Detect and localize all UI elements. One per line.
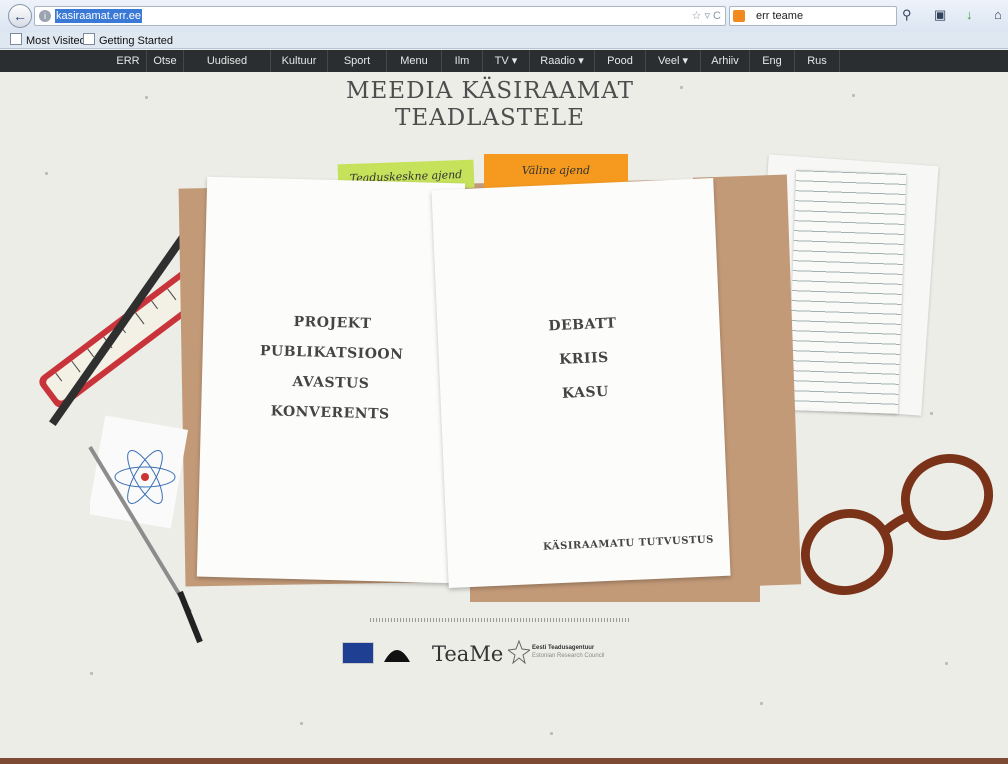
eu-flag-logo — [342, 642, 376, 670]
intro-link[interactable]: KÄSIRAAMATU TUTVUSTUS — [543, 534, 714, 552]
dropdown-icon[interactable]: ▿ — [704, 10, 710, 22]
search-engine-icon[interactable] — [733, 10, 745, 22]
bookmarks-bar: Most Visited Getting Started — [0, 32, 1008, 49]
background-dot — [930, 412, 933, 415]
right-sheet: DEBATT KRIIS KASU KÄSIRAAMATU TUTVUSTUS — [431, 178, 731, 588]
etag-name: Eesti Teadusagentuur — [532, 645, 595, 651]
nav-item-kultuur[interactable]: Kultuur — [271, 50, 328, 72]
search-icon[interactable]: ⚲ — [902, 7, 912, 23]
nav-item-raadio[interactable]: Raadio ▾ — [530, 50, 595, 72]
bookmark-most-visited[interactable]: Most Visited — [10, 33, 86, 47]
reload-icon[interactable]: C — [713, 10, 721, 22]
etag-name-en: Estonian Research Council — [532, 653, 605, 659]
nav-item-rus[interactable]: Rus — [795, 50, 840, 72]
page-content: MEEDIA KÄSIRAAMAT TEADLASTELE Teaduskesk… — [0, 72, 1008, 758]
background-dot — [945, 662, 948, 665]
nav-item-sport[interactable]: Sport — [328, 50, 387, 72]
nav-item-uudised[interactable]: Uudised — [184, 50, 271, 72]
left-topics-list: PROJEKT PUBLIKATSIOON AVASTUS KONVERENTS — [201, 305, 462, 432]
bookmark-folder-icon — [10, 33, 22, 45]
nav-item-ilm[interactable]: Ilm — [442, 50, 483, 72]
right-topics-list: DEBATT KRIIS KASU — [477, 303, 691, 414]
site-identity-icon[interactable]: i — [39, 10, 51, 22]
search-bar[interactable]: err teame — [729, 6, 897, 26]
url-text[interactable]: kasiraamat.err.ee — [55, 9, 142, 23]
url-bar-icons: ☆ ▿ C — [692, 9, 721, 22]
url-bar[interactable]: i kasiraamat.err.ee ☆ ▿ C — [34, 6, 726, 26]
home-icon[interactable]: ⌂ — [994, 7, 1002, 22]
browser-toolbar: ← i kasiraamat.err.ee ☆ ▿ C err teame ⚲ … — [0, 0, 1008, 33]
bookmark-page-icon — [83, 33, 95, 45]
background-dot — [852, 94, 855, 97]
search-input[interactable]: err teame — [756, 10, 803, 22]
nav-item-menu[interactable]: Menu — [387, 50, 442, 72]
background-dot — [90, 672, 93, 675]
etag-logo: Eesti Teadusagentuur Estonian Research C… — [508, 640, 618, 670]
nav-item-err[interactable]: ERR — [110, 50, 147, 72]
glasses-illustration — [800, 454, 994, 595]
download-icon[interactable]: ↓ — [966, 7, 973, 22]
etag-star-icon — [508, 640, 530, 664]
left-sheet: PROJEKT PUBLIKATSIOON AVASTUS KONVERENTS — [196, 176, 466, 584]
teame-logo: TeaMe — [432, 642, 504, 666]
taskbar-strip — [0, 758, 1008, 764]
back-button[interactable]: ← — [8, 4, 32, 28]
regional-fund-logo — [380, 642, 416, 670]
page-title: MEEDIA KÄSIRAAMAT TEADLASTELE — [345, 78, 635, 131]
topic-konverents[interactable]: KONVERENTS — [201, 395, 460, 432]
back-arrow-icon: ← — [13, 8, 27, 24]
bookmark-star-icon[interactable]: ☆ — [692, 10, 702, 22]
background-dot — [300, 722, 303, 725]
background-dot — [760, 702, 763, 705]
background-dot — [550, 732, 553, 735]
compass-illustration — [88, 445, 203, 644]
notes-paper-illustration — [787, 170, 907, 414]
bookmark-getting-started[interactable]: Getting Started — [83, 33, 173, 47]
site-nav: ERR Otse Uudised Kultuur Sport Menu Ilm … — [0, 50, 1008, 72]
divider — [370, 618, 630, 622]
nav-item-veel[interactable]: Veel ▾ — [646, 50, 701, 72]
nav-item-otse[interactable]: Otse — [147, 50, 184, 72]
nav-item-tv[interactable]: TV ▾ — [483, 50, 530, 72]
bookmarks-menu-icon[interactable]: ▣ — [934, 7, 946, 23]
nav-item-eng[interactable]: Eng — [750, 50, 795, 72]
background-dot — [145, 96, 148, 99]
nav-item-arhiiv[interactable]: Arhiiv — [701, 50, 750, 72]
nav-item-pood[interactable]: Pood — [595, 50, 646, 72]
